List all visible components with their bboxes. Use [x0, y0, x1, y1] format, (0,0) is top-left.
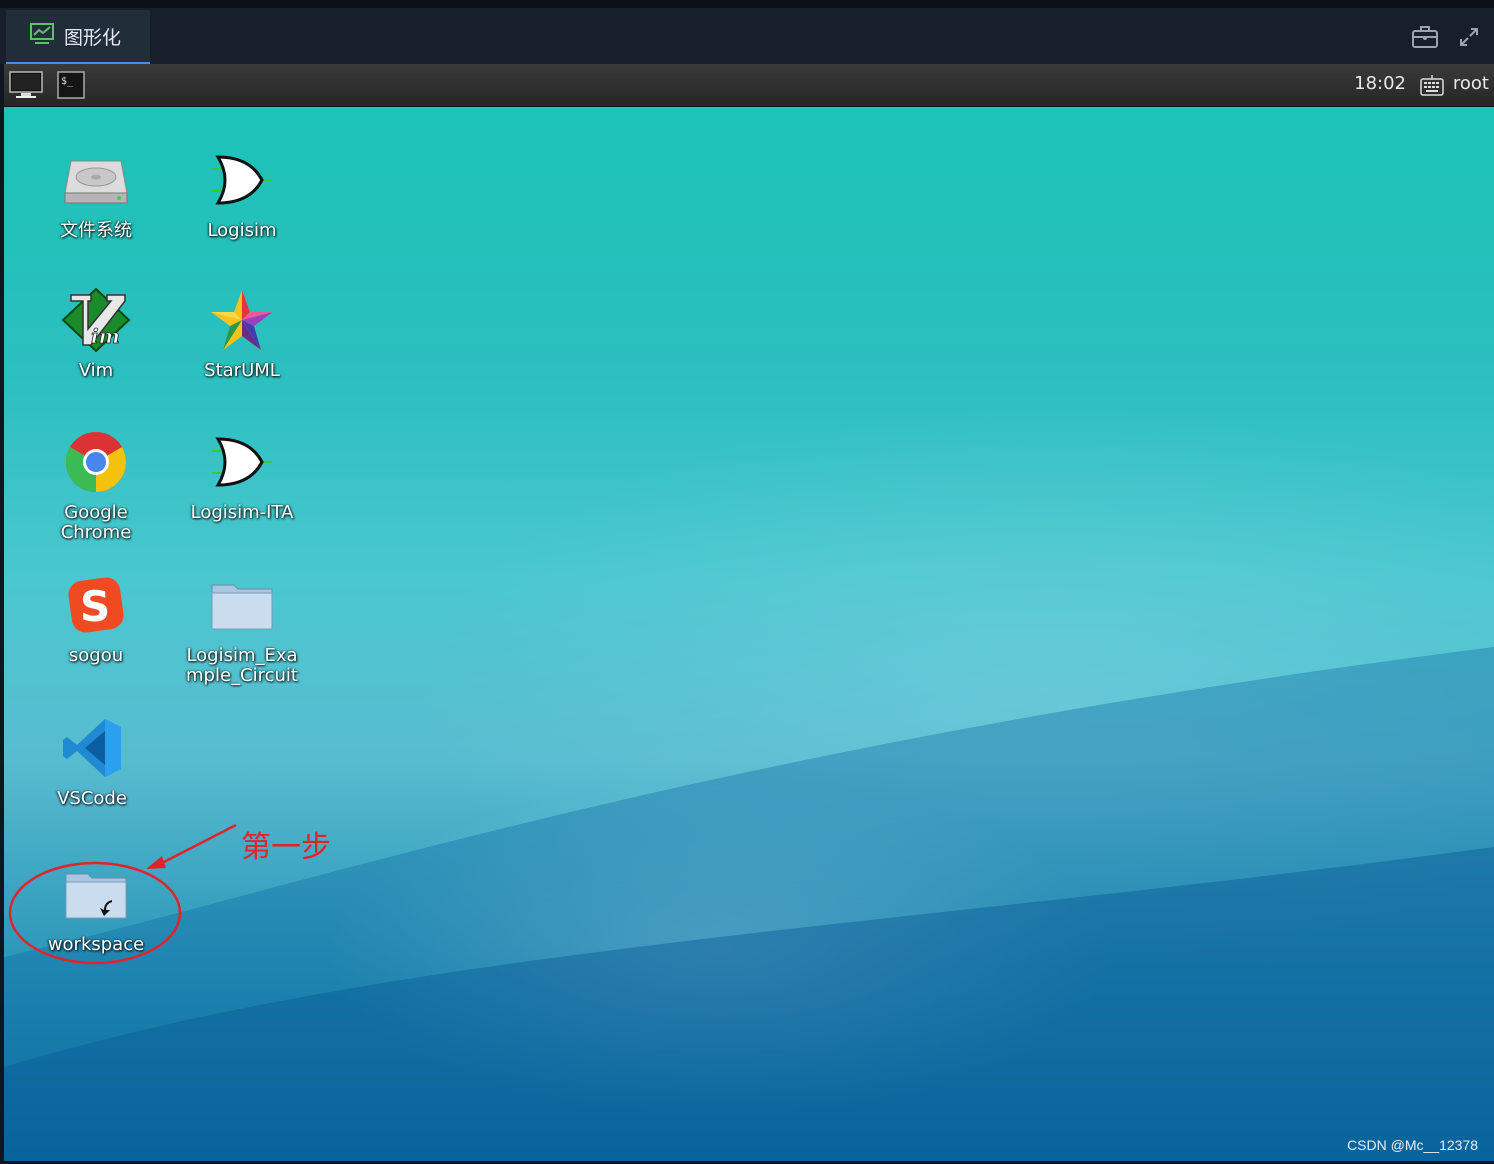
toolbox-icon[interactable]	[1410, 22, 1440, 52]
desktop-icon-sogou[interactable]: S sogou	[31, 570, 161, 666]
watermark: CSDN @Mc__12378	[1347, 1137, 1478, 1153]
svg-text:S: S	[80, 582, 110, 631]
monitor-chart-icon	[30, 23, 54, 49]
vscode-icon	[57, 713, 127, 783]
icon-label: StarUML	[204, 360, 280, 381]
window-top-bar: 图形化	[0, 0, 1494, 64]
icon-label: Google Chrome	[60, 502, 132, 543]
annotation-label: 第一步	[241, 830, 331, 865]
or-gate-icon	[207, 427, 277, 497]
icon-label: Logisim	[207, 220, 277, 241]
icon-label: workspace	[47, 934, 145, 955]
vim-icon: im	[61, 285, 131, 355]
keyboard-icon[interactable]	[1420, 74, 1444, 100]
terminal-icon[interactable]: $_	[56, 69, 86, 101]
icon-label: sogou	[68, 645, 124, 666]
sogou-icon: S	[61, 570, 131, 640]
icon-label: 文件系统	[60, 220, 132, 241]
desktop-icon-logisim[interactable]: Logisim	[177, 145, 307, 241]
clock[interactable]: 18:02	[1354, 73, 1406, 94]
icon-label: Logisim_Exa mple_Circuit	[186, 645, 298, 686]
desktop-icon-logisim-example-circuit[interactable]: Logisim_Exa mple_Circuit	[177, 570, 307, 686]
chrome-icon	[61, 427, 131, 497]
hard-drive-icon	[61, 145, 131, 215]
desktop-icon-staruml[interactable]: StarUML	[177, 285, 307, 381]
desktop-icon-workspace[interactable]: workspace	[31, 859, 161, 955]
folder-link-icon	[61, 859, 131, 929]
or-gate-icon	[207, 145, 277, 215]
svg-text:$_: $_	[61, 76, 74, 87]
folder-icon	[207, 570, 277, 640]
tab-label: 图形化	[64, 26, 122, 49]
icon-label: VSCode	[57, 788, 127, 809]
desktop-icon-google-chrome[interactable]: Google Chrome	[31, 427, 161, 543]
fullscreen-icon[interactable]	[1454, 22, 1484, 52]
desktop-icon-logisim-ita[interactable]: Logisim-ITA	[177, 427, 307, 523]
desktop-panel: $_ 18:02 root	[4, 64, 1494, 107]
desktop-icon-vscode[interactable]: VSCode	[27, 713, 157, 809]
icon-label: Vim	[78, 360, 114, 381]
star-icon	[207, 285, 277, 355]
desktop-icon-vim[interactable]: im Vim	[31, 285, 161, 381]
tab-graphical[interactable]: 图形化	[6, 10, 150, 64]
display-icon[interactable]	[6, 69, 46, 101]
user-menu[interactable]: root	[1453, 73, 1489, 94]
svg-text:im: im	[91, 324, 120, 348]
desktop-background[interactable]: 文件系统 Logisim im Vim StarUML Google Chrom…	[4, 107, 1494, 1161]
icon-label: Logisim-ITA	[190, 502, 294, 523]
desktop-icon-filesystem[interactable]: 文件系统	[31, 145, 161, 241]
